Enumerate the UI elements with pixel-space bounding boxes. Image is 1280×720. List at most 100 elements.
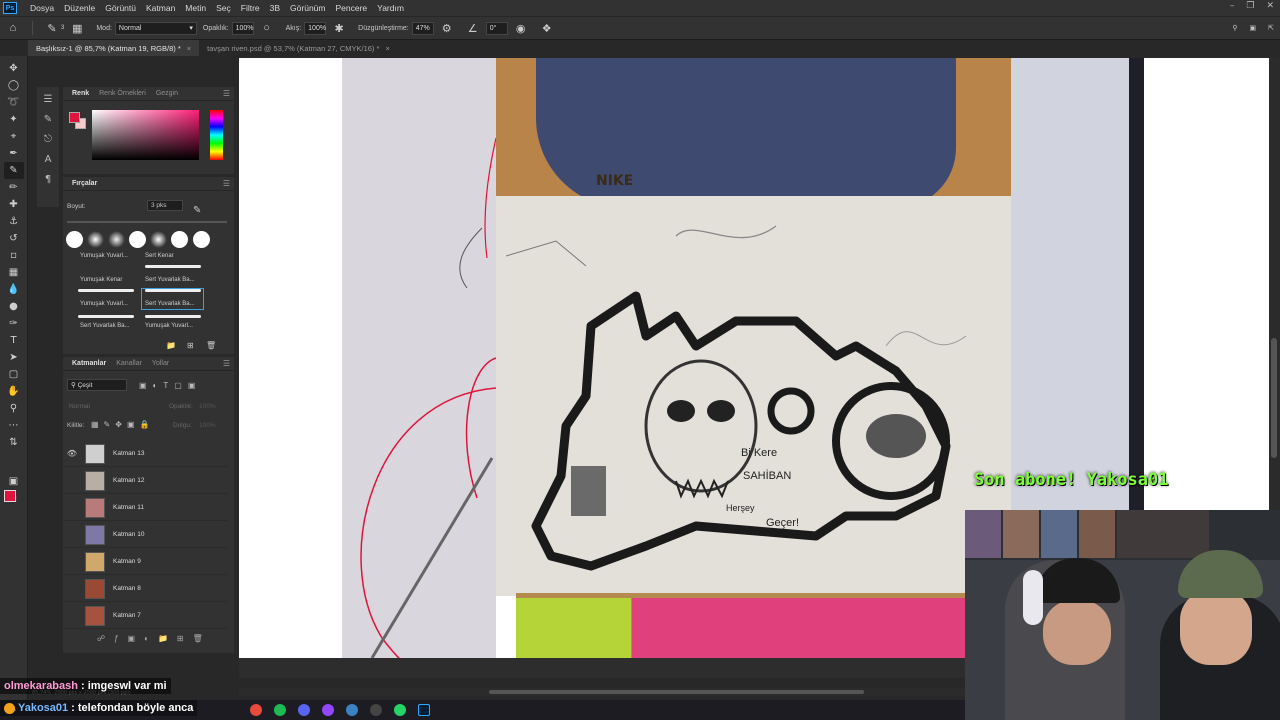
layer-row[interactable]: Katman 12 <box>63 468 228 494</box>
search-icon[interactable]: ⚲ <box>1232 24 1237 32</box>
selected-brush-highlight[interactable] <box>141 288 204 310</box>
symmetry-icon[interactable]: ❖ <box>540 21 554 35</box>
brush-tip-preset[interactable] <box>66 231 83 248</box>
panel-menu-icon[interactable]: ☰ <box>223 179 230 188</box>
layer-name[interactable]: Katman 9 <box>113 558 141 565</box>
menu-image[interactable]: Görüntü <box>100 3 141 13</box>
size-slider[interactable] <box>67 221 227 223</box>
layer-filter-select[interactable]: ⚲ Çeşit <box>67 379 127 391</box>
panel-menu-icon[interactable]: ☰ <box>223 89 230 98</box>
menu-type[interactable]: Metin <box>180 3 211 13</box>
foreground-color-chip[interactable] <box>69 112 80 123</box>
minimize-icon[interactable]: – <box>1230 1 1235 11</box>
tab-navigator[interactable]: Gezgin <box>151 90 183 97</box>
layer-name[interactable]: Katman 8 <box>113 585 141 592</box>
new-brush-icon[interactable]: ✎ <box>193 205 201 216</box>
layer-name[interactable]: Katman 11 <box>113 504 144 511</box>
brush-settings-icon[interactable]: ✎ <box>41 111 55 127</box>
photoshop-taskbar-icon[interactable] <box>418 704 430 716</box>
menu-filter[interactable]: Filtre <box>236 3 265 13</box>
layer-row[interactable]: Katman 9 <box>63 549 228 575</box>
eye-icon[interactable]: 👁 <box>63 449 81 458</box>
layer-row[interactable]: Katman 7 <box>63 603 228 629</box>
brush-name[interactable]: Sert Yuvarlak Ba... <box>145 277 195 283</box>
blur-tool-icon[interactable]: 💧 <box>4 281 24 298</box>
menu-3d[interactable]: 3B <box>265 3 285 13</box>
more-tools-icon[interactable]: ⋯ <box>4 417 24 434</box>
menu-view[interactable]: Görünüm <box>285 3 330 13</box>
zoom-tool-icon[interactable]: ⚲ <box>4 400 24 417</box>
whatsapp-icon[interactable] <box>394 704 406 716</box>
discord-icon[interactable] <box>298 704 310 716</box>
close-icon[interactable]: ✕ <box>1266 1 1274 11</box>
new-group-folder-icon[interactable]: 📁 <box>166 341 176 350</box>
brush-panel-toggle-icon[interactable]: ▦ <box>70 21 84 35</box>
dodge-tool-icon[interactable]: ● <box>4 298 24 315</box>
layer-footer-icons[interactable]: ☍ƒ▣◐📁⊞🗑 <box>97 634 212 643</box>
lock-icons[interactable]: ▦✎✥▣🔒 <box>91 420 154 429</box>
color-picker-field[interactable] <box>92 110 199 160</box>
pressure-size-icon[interactable]: ◉ <box>514 21 528 35</box>
tab-brushes[interactable]: Fırçalar <box>67 180 102 187</box>
clone-source-icon[interactable]: ⎋ <box>41 131 55 147</box>
tab-paths[interactable]: Yollar <box>147 360 174 367</box>
layer-filter-icons[interactable]: ▣◐T▢▣ <box>139 381 201 390</box>
layer-name[interactable]: Katman 10 <box>113 531 144 538</box>
spotify-icon[interactable] <box>274 704 286 716</box>
angle-input[interactable]: 0° <box>485 21 508 35</box>
healing-tool-icon[interactable]: ✚ <box>4 196 24 213</box>
brush-name[interactable]: Sert Kenar <box>145 253 174 259</box>
obs-icon[interactable] <box>370 704 382 716</box>
restore-icon[interactable]: ❐ <box>1246 1 1254 11</box>
scroll-thumb[interactable] <box>1271 338 1277 458</box>
marquee-tool-icon[interactable]: ◯ <box>4 77 24 94</box>
brush-size-readout[interactable]: 3 <box>61 25 64 31</box>
flow-input[interactable]: 100% <box>304 21 327 35</box>
layer-row[interactable]: Katman 8 <box>63 576 228 602</box>
chrome-icon[interactable] <box>250 704 262 716</box>
brush-tip-preset[interactable] <box>129 231 146 248</box>
size-input[interactable]: 3 pks <box>147 200 183 211</box>
blend-mode-select[interactable]: Normal <box>69 403 90 410</box>
brush-tip-preset[interactable] <box>150 231 167 248</box>
path-select-tool-icon[interactable]: ➤ <box>4 349 24 366</box>
quick-select-tool-icon[interactable]: ✦ <box>4 111 24 128</box>
close-icon[interactable]: × <box>385 44 389 53</box>
brush-name[interactable]: Yumuşak Kenar <box>80 277 122 283</box>
swap-colors-icon[interactable]: ⇅ <box>4 434 24 451</box>
eraser-tool-icon[interactable]: ▫ <box>4 247 24 264</box>
airbrush-icon[interactable]: ✱ <box>332 21 346 35</box>
brush-tip-preset[interactable] <box>87 231 104 248</box>
workspace-icon[interactable]: ▣ <box>1250 24 1257 32</box>
brush-tool-icon[interactable]: ✎ <box>3 162 24 179</box>
home-icon[interactable]: ⌂ <box>6 21 20 35</box>
type-tool-icon[interactable]: T <box>4 332 24 349</box>
fill-input[interactable]: 100% <box>199 422 216 429</box>
bucket-tool-icon[interactable]: ▦ <box>4 264 24 281</box>
twitch-icon[interactable] <box>322 704 334 716</box>
character-panel-icon[interactable]: A <box>41 151 55 167</box>
lasso-tool-icon[interactable]: ➰ <box>4 94 24 111</box>
layer-name[interactable]: Katman 13 <box>113 450 144 457</box>
move-tool-icon[interactable]: ✥ <box>4 60 24 77</box>
tab-document-1[interactable]: Başlıksız-1 @ 85,7% (Katman 19, RGB/8) *… <box>28 40 200 56</box>
crop-tool-icon[interactable]: ⌖ <box>4 128 24 145</box>
panel-menu-icon[interactable]: ☰ <box>223 359 230 368</box>
share-icon[interactable]: ⇱ <box>1268 24 1274 32</box>
pressure-opacity-icon[interactable]: ○ <box>260 21 274 35</box>
brush-tool-icon[interactable]: ✎ <box>45 21 59 35</box>
pen-tool-icon[interactable]: ✑ <box>4 315 24 332</box>
trash-icon[interactable]: 🗑 <box>206 341 216 350</box>
pencil-tool-icon[interactable]: ✏ <box>4 179 24 196</box>
hue-slider[interactable] <box>210 110 223 160</box>
tab-swatches[interactable]: Renk Örnekleri <box>94 90 151 97</box>
eyedropper-tool-icon[interactable]: ✒ <box>4 145 24 162</box>
brush-tip-preset[interactable] <box>108 231 125 248</box>
brush-tip-preset[interactable] <box>171 231 188 248</box>
brush-tip-preset[interactable] <box>193 231 210 248</box>
history-brush-icon[interactable]: ↺ <box>4 230 24 247</box>
layer-row[interactable]: Katman 11 <box>63 495 228 521</box>
brush-name[interactable]: Yumuşak Yuvarl... <box>80 301 128 307</box>
paragraph-panel-icon[interactable]: ¶ <box>41 171 55 187</box>
history-panel-icon[interactable]: ☰ <box>41 91 55 107</box>
